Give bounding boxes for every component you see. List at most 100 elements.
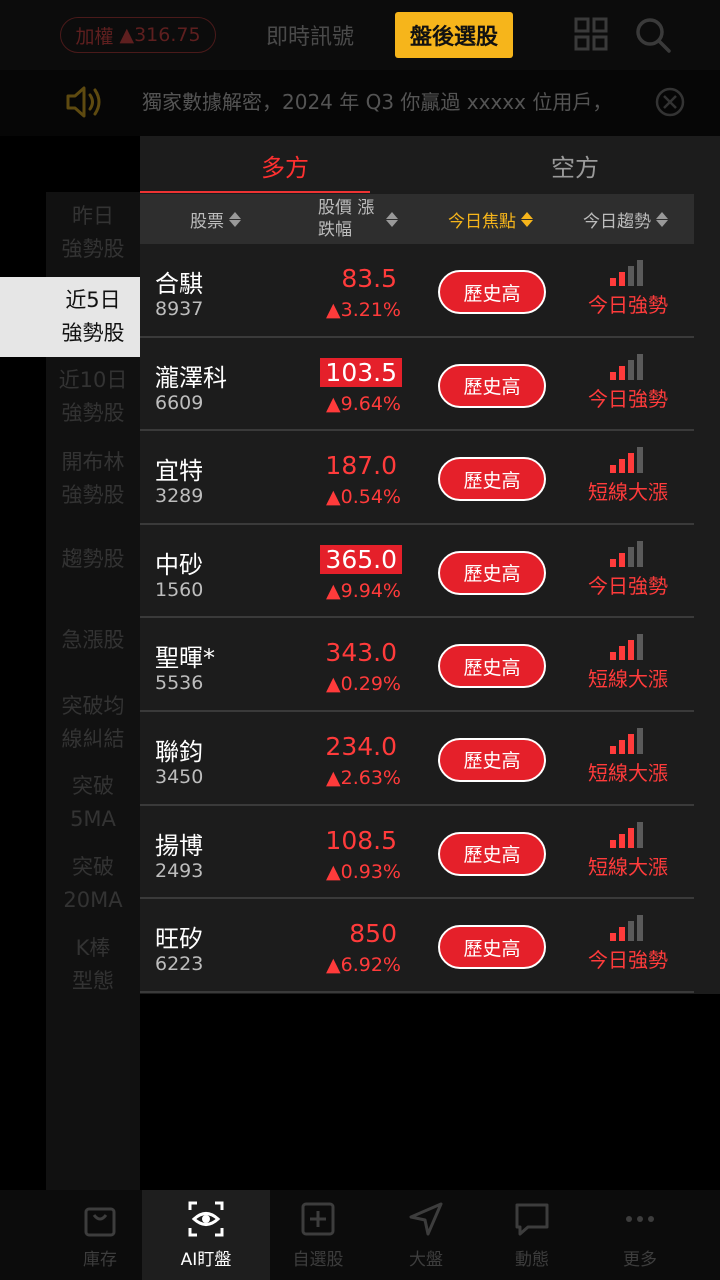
chat-icon bbox=[515, 1203, 549, 1236]
signal-bar bbox=[619, 833, 625, 848]
table-row[interactable]: 中砂 1560 365.0 ▲9.94% 歷史高 今日強勢 bbox=[140, 525, 694, 619]
stock-code: 8937 bbox=[155, 298, 204, 320]
sidebar-item-surge[interactable]: 急漲股 bbox=[46, 624, 140, 657]
signal-bar bbox=[610, 465, 616, 474]
table-row[interactable]: 聯鈞 3450 234.0 ▲2.63% 歷史高 短線大漲 bbox=[140, 712, 694, 806]
tab-long[interactable]: 多方 bbox=[140, 136, 430, 194]
signal-bar bbox=[628, 359, 634, 380]
table-row[interactable]: 揚博 2493 108.5 ▲0.93% 歷史高 短線大漲 bbox=[140, 806, 694, 900]
stock-name: 瀧澤科 bbox=[155, 363, 227, 392]
announcement-text[interactable]: 獨家數據解密，2024 年 Q3 你贏過 xxxxx 位用戶， bbox=[142, 86, 642, 115]
signal-bars-icon bbox=[610, 540, 643, 567]
sidebar-item-candlestick-pattern[interactable]: K棒 型態 bbox=[46, 932, 140, 998]
stock-name: 揚博 bbox=[155, 831, 203, 860]
signal-bar bbox=[637, 727, 643, 754]
signal-bar bbox=[637, 915, 643, 942]
close-icon[interactable] bbox=[654, 86, 686, 118]
table-row[interactable]: 合騏 8937 83.5 ▲3.21% 歷史高 今日強勢 bbox=[140, 244, 694, 338]
signal-bar bbox=[619, 272, 625, 286]
index-pill[interactable]: 加權 ▲316.75 bbox=[60, 17, 216, 53]
more-dots-icon bbox=[626, 1216, 654, 1222]
stock-name: 中砂 bbox=[155, 550, 203, 579]
stock-name: 宜特 bbox=[155, 457, 203, 486]
tab-realtime-signal[interactable]: 即時訊號 bbox=[240, 12, 380, 58]
stock-price: 108.5 bbox=[325, 825, 397, 855]
signal-bar bbox=[610, 371, 616, 380]
signal-bars-icon bbox=[610, 260, 643, 286]
signal-bar bbox=[628, 546, 634, 567]
plus-square-icon bbox=[301, 1202, 335, 1236]
signal-bar bbox=[637, 821, 643, 848]
price-change: ▲9.64% bbox=[326, 392, 401, 415]
table-row[interactable]: 瀧澤科 6609 103.5 ▲9.64% 歷史高 今日強勢 bbox=[140, 338, 694, 432]
tab-after-hours-picks[interactable]: 盤後選股 bbox=[395, 12, 513, 58]
col-price[interactable]: 股價 漲跌幅 bbox=[318, 194, 398, 244]
speaker-icon bbox=[66, 86, 101, 118]
signal-bar bbox=[637, 540, 643, 567]
focus-badge[interactable]: 歷史高 bbox=[438, 457, 546, 502]
price-change: ▲6.92% bbox=[326, 954, 401, 977]
stock-name: 聯鈞 bbox=[155, 737, 203, 766]
table-row[interactable]: 旺矽 6223 850 ▲6.92% 歷史高 今日強勢 bbox=[140, 899, 694, 993]
stock-name: 合騏 bbox=[155, 270, 203, 298]
search-icon[interactable] bbox=[634, 16, 672, 54]
table-row[interactable]: 宜特 3289 187.0 ▲0.54% 歷史高 短線大漲 bbox=[140, 431, 694, 525]
signal-bar bbox=[628, 266, 634, 286]
tab-short[interactable]: 空方 bbox=[430, 136, 720, 194]
signal-bars-icon bbox=[610, 821, 643, 848]
col-stock[interactable]: 股票 bbox=[190, 194, 241, 244]
sidebar-item-5day-strong[interactable]: 近5日 強勢股 bbox=[0, 277, 140, 357]
stock-name: 旺矽 bbox=[155, 925, 203, 954]
trend-label: 短線大漲 bbox=[588, 480, 668, 505]
index-change: ▲316.75 bbox=[119, 24, 201, 46]
sort-icon bbox=[386, 211, 398, 227]
focus-badge[interactable]: 歷史高 bbox=[438, 831, 546, 876]
sidebar-item-trend[interactable]: 趨勢股 bbox=[46, 543, 140, 576]
tab-underline bbox=[140, 191, 370, 193]
signal-bar bbox=[619, 739, 625, 754]
signal-bar bbox=[619, 459, 625, 474]
sidebar-item-10day-strong[interactable]: 近10日 強勢股 bbox=[46, 364, 140, 430]
focus-badge[interactable]: 歷史高 bbox=[438, 363, 546, 408]
sort-icon bbox=[521, 211, 533, 227]
focus-badge[interactable]: 歷史高 bbox=[438, 550, 546, 595]
sidebar-item-ma-breakout[interactable]: 突破均 線糾結 bbox=[46, 690, 140, 756]
stock-code: 2493 bbox=[155, 859, 204, 882]
navigation-arrow-icon bbox=[409, 1202, 443, 1236]
stock-price: 343.0 bbox=[325, 638, 397, 668]
signal-bars-icon bbox=[610, 634, 643, 661]
nav-more[interactable]: 更多 bbox=[576, 1190, 704, 1280]
signal-bar bbox=[637, 353, 643, 380]
stock-price: 187.0 bbox=[325, 451, 397, 481]
stock-code: 5536 bbox=[155, 672, 204, 695]
col-today-focus[interactable]: 今日焦點 bbox=[448, 194, 533, 244]
signal-bar bbox=[610, 278, 616, 286]
stock-code: 3450 bbox=[155, 765, 204, 788]
col-today-trend[interactable]: 今日趨勢 bbox=[583, 194, 668, 244]
sidebar-item-5ma-breakout[interactable]: 突破 5MA bbox=[46, 770, 140, 836]
signal-bar bbox=[628, 640, 634, 661]
stock-name: 聖暉* bbox=[155, 644, 215, 673]
signal-bar bbox=[610, 933, 616, 942]
signal-bars-icon bbox=[610, 727, 643, 754]
nav-ai-watch[interactable]: AI盯盤 bbox=[142, 1190, 270, 1280]
signal-bar bbox=[610, 839, 616, 848]
focus-badge[interactable]: 歷史高 bbox=[438, 737, 546, 782]
trend-label: 今日強勢 bbox=[588, 573, 668, 598]
sidebar-item-bollinger-strong[interactable]: 開布林 強勢股 bbox=[46, 446, 140, 512]
signal-bars-icon bbox=[610, 353, 643, 380]
sidebar-item-yesterday-strong[interactable]: 昨日 強勢股 bbox=[46, 200, 140, 266]
focus-badge[interactable]: 歷史高 bbox=[438, 270, 546, 314]
table-row[interactable]: 聖暉* 5536 343.0 ▲0.29% 歷史高 短線大漲 bbox=[140, 618, 694, 712]
signal-bar bbox=[628, 827, 634, 848]
trend-label: 今日強勢 bbox=[588, 386, 668, 411]
stock-code: 3289 bbox=[155, 485, 204, 508]
index-name: 加權 bbox=[75, 25, 114, 48]
grid-icon[interactable] bbox=[574, 17, 608, 51]
focus-badge[interactable]: 歷史高 bbox=[438, 644, 546, 689]
focus-badge[interactable]: 歷史高 bbox=[438, 925, 546, 970]
long-short-tabs: 多方 空方 bbox=[140, 136, 720, 194]
eye-scan-icon bbox=[188, 1201, 224, 1237]
stock-code: 6609 bbox=[155, 391, 204, 414]
sidebar-item-20ma-breakout[interactable]: 突破 20MA bbox=[46, 851, 140, 917]
